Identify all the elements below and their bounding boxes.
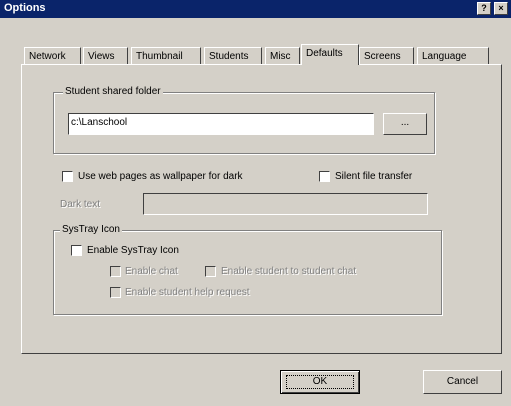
tab-students[interactable]: Students (204, 47, 262, 65)
tab-label: Views (88, 51, 115, 62)
tab-label: Students (209, 51, 249, 62)
enable-chat-checkbox[interactable] (110, 266, 121, 277)
close-icon: × (498, 3, 504, 13)
tab-label: Language (422, 51, 467, 62)
options-dialog: Options ? × Network Views Thumbnail Stud… (0, 0, 511, 406)
shared-folder-legend: Student shared folder (63, 86, 163, 98)
silent-transfer-label: Silent file transfer (335, 171, 413, 182)
title-bar[interactable]: Options ? × (0, 0, 511, 18)
tab-screens[interactable]: Screens (359, 47, 414, 65)
tab-label: Defaults (306, 48, 343, 59)
help-button[interactable]: ? (477, 2, 491, 15)
ok-button[interactable]: OK (280, 370, 360, 394)
enable-chat-label: Enable chat (125, 266, 178, 277)
tab-network[interactable]: Network (24, 47, 81, 65)
focus-rect (286, 375, 354, 389)
dark-text-label: Dark text (60, 199, 101, 210)
browse-button[interactable]: ... (383, 113, 427, 135)
tab-defaults[interactable]: Defaults (301, 44, 359, 65)
enable-help-request-checkbox[interactable] (110, 287, 121, 298)
tab-views[interactable]: Views (83, 47, 128, 65)
shared-folder-path-input[interactable]: c:\Lanschool (68, 113, 374, 135)
enable-student-chat-label: Enable student to student chat (221, 266, 357, 277)
enable-systray-checkbox[interactable] (71, 245, 82, 256)
tab-misc[interactable]: Misc (265, 47, 300, 65)
silent-transfer-checkbox[interactable] (319, 171, 330, 182)
web-wallpaper-label: Use web pages as wallpaper for dark (78, 171, 243, 182)
close-button[interactable]: × (494, 2, 508, 15)
web-wallpaper-checkbox[interactable] (62, 171, 73, 182)
tab-label: Thumbnail (136, 51, 183, 62)
window-title: Options (4, 2, 46, 14)
cancel-button[interactable]: Cancel (423, 370, 502, 394)
tab-label: Screens (364, 51, 401, 62)
tab-language[interactable]: Language (417, 47, 489, 65)
enable-help-request-label: Enable student help request (125, 287, 250, 298)
help-icon: ? (481, 3, 487, 13)
tab-thumbnail[interactable]: Thumbnail (131, 47, 201, 65)
dark-text-input[interactable] (143, 193, 428, 215)
enable-student-chat-checkbox[interactable] (205, 266, 216, 277)
systray-legend: SysTray Icon (60, 224, 122, 236)
tab-label: Misc (270, 51, 291, 62)
tab-label: Network (29, 51, 66, 62)
enable-systray-label: Enable SysTray Icon (87, 245, 179, 256)
